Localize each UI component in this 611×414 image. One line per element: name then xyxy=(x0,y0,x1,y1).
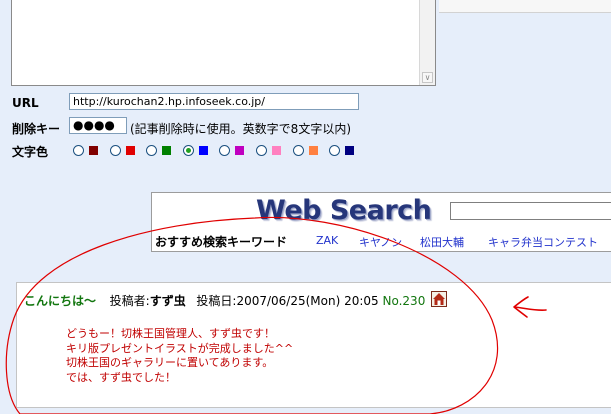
chevron-down-icon[interactable]: ∨ xyxy=(422,72,433,83)
date-label: 投稿日: xyxy=(196,294,237,308)
web-search-logo: Web Search xyxy=(256,195,432,226)
post-number: No.230 xyxy=(382,294,426,308)
recommended-keywords-heading: おすすめ検索キーワード xyxy=(155,235,288,249)
text-color-label: 文字色 xyxy=(12,145,49,159)
keyword-link-zak[interactable]: ZAK xyxy=(316,234,338,247)
web-search-input[interactable] xyxy=(450,202,611,220)
color-radio[interactable] xyxy=(146,145,158,156)
post-author: すず虫 xyxy=(149,294,186,308)
color-radio[interactable] xyxy=(182,145,194,156)
keyword-link-canon[interactable]: キヤノン xyxy=(359,234,402,250)
author-label: 投稿者: xyxy=(109,294,150,308)
textarea-scrollbar[interactable]: ∨ xyxy=(419,0,435,85)
color-radio[interactable] xyxy=(73,145,84,156)
color-swatch xyxy=(162,146,172,155)
color-radio[interactable] xyxy=(109,145,121,156)
color-radio[interactable] xyxy=(329,145,341,156)
post-body: どうもー！切株王国管理人、すず虫です！ キリ版プレゼントイラストが完成しました^… xyxy=(66,327,293,385)
url-label: URL xyxy=(12,96,39,110)
post-body-line: キリ版プレゼントイラストが完成しました^^ xyxy=(66,341,294,355)
keyword-link-chara-bento[interactable]: キャラ弁当コンテスト xyxy=(488,234,598,250)
color-swatch xyxy=(89,146,98,155)
comment-textarea[interactable]: ∨ xyxy=(11,0,436,86)
bbs-post: こんにちは〜 投稿者:すず虫 投稿日:2007/06/25(Mon) 20:05… xyxy=(16,282,611,408)
post-body-line: では、すず虫でした！ xyxy=(66,370,176,384)
color-radio[interactable] xyxy=(219,145,231,156)
color-swatch xyxy=(308,146,318,155)
post-title: こんにちは〜 xyxy=(24,294,97,308)
color-radio[interactable] xyxy=(256,145,267,156)
post-body-line: 切株王国のギャラリーに置いてあります。 xyxy=(66,356,274,369)
delete-key-input[interactable]: ●●●● xyxy=(69,117,127,134)
color-swatch xyxy=(198,146,208,155)
delete-key-hint: (記事削除時に使用。英数字で8文字以内) xyxy=(130,122,351,136)
color-swatch xyxy=(345,146,355,155)
color-swatch xyxy=(125,146,135,155)
delete-key-label: 削除キー xyxy=(12,122,61,136)
top-right-panel xyxy=(439,0,611,13)
color-swatch xyxy=(235,146,245,155)
post-body-line: どうもー！切株王国管理人、すず虫です！ xyxy=(66,327,275,340)
home-icon[interactable] xyxy=(431,291,447,307)
keyword-link-matsuda[interactable]: 松田大輔 xyxy=(420,234,464,250)
color-radio[interactable] xyxy=(292,145,304,156)
color-swatch xyxy=(272,146,281,155)
web-search-banner: Web Search おすすめ検索キーワード ZAK キヤノン 松田大輔 キャラ… xyxy=(151,192,611,252)
url-input[interactable]: http://kurochan2.hp.infoseek.co.jp/ xyxy=(69,93,359,110)
post-date: 2007/06/25(Mon) 20:05 xyxy=(236,294,379,308)
post-header: こんにちは〜 投稿者:すず虫 投稿日:2007/06/25(Mon) 20:05… xyxy=(24,292,425,309)
